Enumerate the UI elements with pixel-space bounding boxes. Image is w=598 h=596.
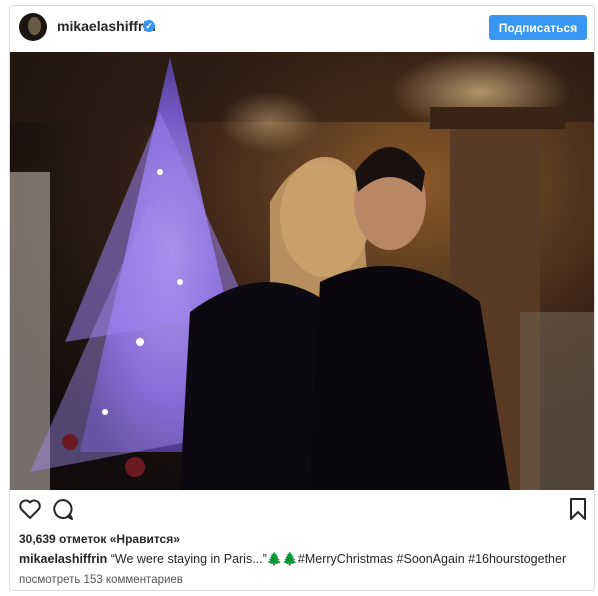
follow-button[interactable]: Подписаться bbox=[489, 15, 587, 40]
post-photo[interactable] bbox=[10, 52, 594, 490]
username-link[interactable]: mikaelashiffrin bbox=[57, 18, 156, 34]
avatar[interactable] bbox=[19, 13, 47, 41]
action-bar bbox=[10, 494, 594, 524]
verified-badge-icon: ✓ bbox=[143, 20, 155, 32]
caption-text: “We were staying in Paris...”🌲🌲#MerryChr… bbox=[110, 552, 567, 566]
bookmark-icon[interactable] bbox=[568, 497, 588, 521]
photo-illustration bbox=[10, 52, 594, 490]
view-comments-link[interactable]: посмотреть 153 комментариев bbox=[19, 574, 183, 586]
comment-bubble-icon[interactable] bbox=[51, 497, 75, 521]
heart-icon[interactable] bbox=[18, 497, 42, 521]
post-header: mikaelashiffrin ✓ Подписаться bbox=[10, 6, 594, 50]
caption-username[interactable]: mikaelashiffrin bbox=[19, 552, 107, 566]
caption: mikaelashiffrin “We were staying in Pari… bbox=[19, 552, 566, 567]
instagram-post: mikaelashiffrin ✓ Подписаться 30,639 отм… bbox=[9, 5, 595, 591]
likes-count[interactable]: 30,639 отметок «Нравится» bbox=[19, 532, 180, 546]
